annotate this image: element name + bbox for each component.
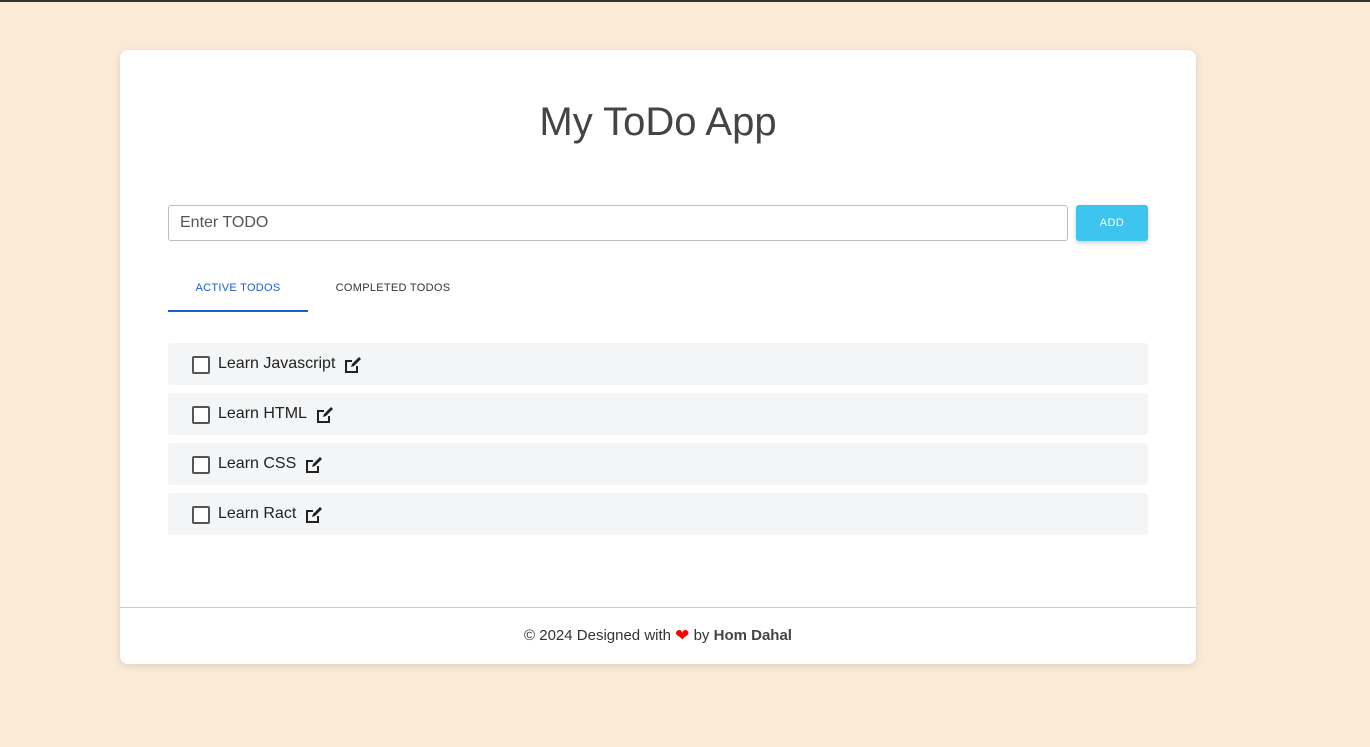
edit-icon[interactable]	[303, 505, 323, 525]
list-item: Learn CSS	[168, 443, 1148, 485]
heart-icon: ❤	[675, 626, 690, 645]
todo-label: Learn CSS	[218, 455, 297, 472]
todo-label: Learn Javascript	[218, 355, 336, 372]
app-card: My ToDo App ADD ACTIVE TODOS COMPLETED T…	[120, 50, 1196, 664]
list-item: Learn HTML	[168, 393, 1148, 435]
todo-label: Learn HTML	[218, 405, 307, 422]
todo-label: Learn Ract	[218, 505, 297, 522]
footer-author: Hom Dahal	[713, 627, 792, 644]
footer-text: © 2024 Designed with	[524, 627, 671, 644]
todo-checkbox[interactable]	[192, 456, 210, 474]
todo-checkbox[interactable]	[192, 406, 210, 424]
list-item: Learn Javascript	[168, 343, 1148, 385]
todo-input[interactable]	[168, 205, 1068, 241]
list-item: Learn Ract	[168, 493, 1148, 535]
todo-list: Learn Javascript Learn HTML Learn CSS Le…	[168, 343, 1148, 543]
footer: © 2024 Designed with ❤ by Hom Dahal	[120, 626, 1196, 646]
page-title: My ToDo App	[539, 100, 777, 144]
add-button[interactable]: ADD	[1076, 205, 1148, 241]
edit-icon[interactable]	[342, 355, 362, 375]
edit-icon[interactable]	[314, 405, 334, 425]
tabs: ACTIVE TODOS COMPLETED TODOS	[168, 268, 1148, 312]
footer-by: by	[693, 627, 710, 644]
tab-active-todos[interactable]: ACTIVE TODOS	[168, 268, 308, 312]
edit-icon[interactable]	[303, 455, 323, 475]
todo-checkbox[interactable]	[192, 506, 210, 524]
todo-checkbox[interactable]	[192, 356, 210, 374]
footer-divider	[120, 607, 1196, 608]
tab-completed-todos[interactable]: COMPLETED TODOS	[308, 268, 478, 312]
